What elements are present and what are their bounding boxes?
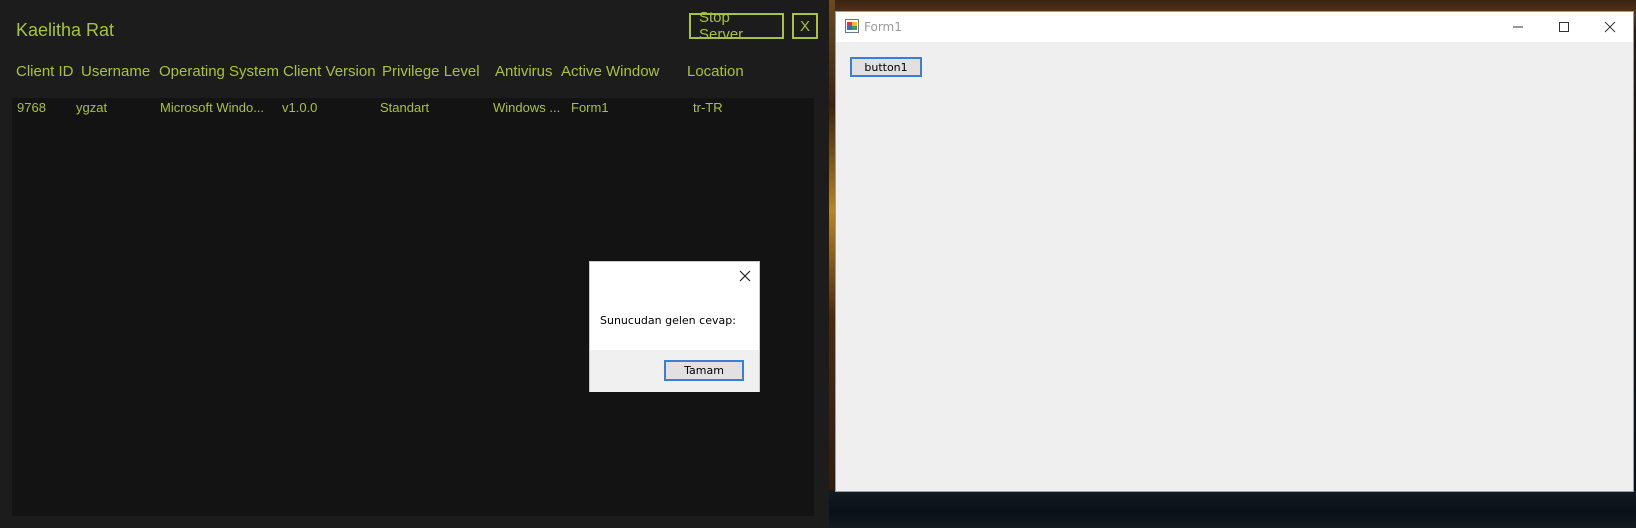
column-header-client-id[interactable]: Client ID bbox=[16, 63, 74, 80]
cell-active-window: Form1 bbox=[571, 100, 609, 115]
cell-operating-system: Microsoft Windo... bbox=[160, 100, 265, 115]
maximize-icon bbox=[1559, 22, 1569, 32]
close-app-button[interactable]: X bbox=[792, 13, 818, 39]
stop-server-button[interactable]: Stop Server bbox=[689, 9, 784, 43]
form1-window: Form1 button1 bbox=[835, 11, 1634, 492]
minimize-icon bbox=[1513, 26, 1523, 28]
app-title: Kaelitha Rat bbox=[16, 20, 115, 40]
cell-antivirus: Windows ... bbox=[493, 100, 561, 115]
message-footer: Tamam bbox=[590, 350, 759, 392]
button1[interactable]: button1 bbox=[850, 57, 922, 77]
close-icon[interactable] bbox=[737, 268, 753, 284]
ok-button[interactable]: Tamam bbox=[664, 360, 744, 381]
cell-client-id: 9768 bbox=[17, 100, 46, 115]
column-header-username[interactable]: Username bbox=[81, 63, 150, 80]
column-header-privilege-level[interactable]: Privilege Level bbox=[382, 63, 480, 80]
cell-privilege-level: Standart bbox=[380, 100, 430, 115]
form1-titlebar[interactable]: Form1 bbox=[836, 12, 1633, 42]
close-button[interactable] bbox=[1587, 12, 1633, 42]
cell-client-version: v1.0.0 bbox=[282, 100, 318, 115]
column-header-active-window[interactable]: Active Window bbox=[561, 63, 659, 80]
rat-window: Kaelitha Rat Stop Server X Client ID Use… bbox=[0, 0, 829, 528]
desktop-wallpaper-bottom bbox=[829, 490, 1636, 528]
message-box: Sunucudan gelen cevap: Tamam bbox=[589, 261, 760, 392]
column-header-location[interactable]: Location bbox=[687, 63, 744, 80]
cell-username: ygzat bbox=[76, 100, 108, 115]
maximize-button[interactable] bbox=[1541, 12, 1587, 42]
message-text: Sunucudan gelen cevap: bbox=[600, 314, 736, 327]
form1-title: Form1 bbox=[864, 20, 902, 34]
close-icon bbox=[1604, 21, 1616, 33]
column-header-antivirus[interactable]: Antivirus bbox=[495, 63, 553, 80]
minimize-button[interactable] bbox=[1495, 12, 1541, 42]
column-header-client-version[interactable]: Client Version bbox=[283, 63, 376, 80]
cell-location: tr-TR bbox=[693, 100, 723, 115]
column-header-operating-system[interactable]: Operating System bbox=[159, 63, 279, 80]
app-icon bbox=[845, 19, 859, 33]
